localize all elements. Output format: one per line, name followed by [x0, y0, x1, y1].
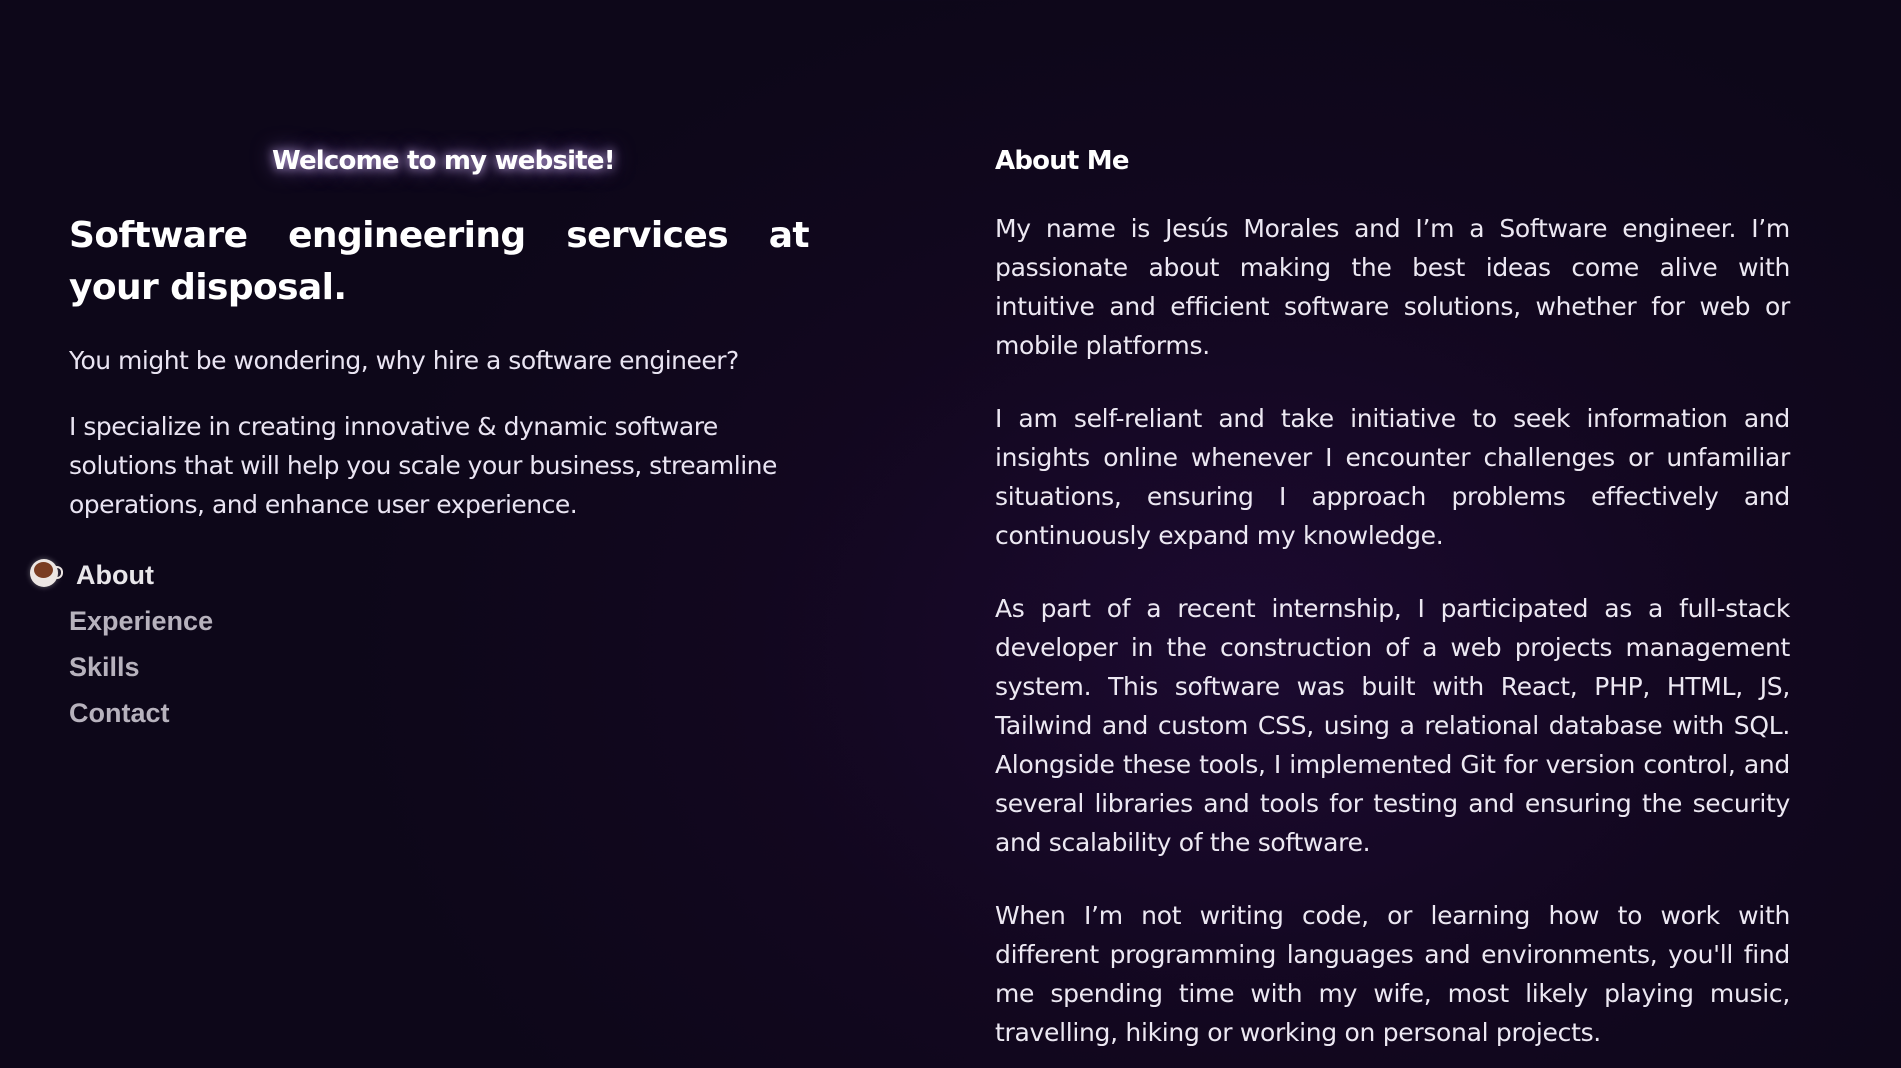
nav-item-skills[interactable]: Skills — [28, 644, 213, 690]
about-paragraph: My name is Jesús Morales and I’m a Softw… — [995, 214, 1790, 360]
nav-item-label: Contact — [69, 697, 170, 728]
about-body: My name is Jesús Morales and I’m a Softw… — [995, 209, 1790, 1068]
nav-item-label: Skills — [69, 651, 140, 682]
welcome-heading: Welcome to my website! — [272, 146, 616, 176]
section-nav: About Experience Skills Contact — [28, 552, 213, 736]
nav-item-about[interactable]: About — [28, 552, 213, 598]
about-paragraph: When I’m not writing code, or learning h… — [995, 901, 1790, 1047]
nav-item-contact[interactable]: Contact — [28, 690, 213, 736]
nav-item-experience[interactable]: Experience — [28, 598, 213, 644]
hero-headline: Software engineering services at your di… — [69, 215, 810, 308]
hero-question: You might be wondering, why hire a softw… — [69, 346, 739, 375]
about-paragraph: I am self-reliant and take initiative to… — [995, 404, 1790, 550]
nav-item-label: About — [76, 559, 154, 590]
about-paragraph: As part of a recent internship, I partic… — [995, 594, 1790, 857]
nav-item-label: Experience — [69, 605, 214, 636]
about-title: About Me — [995, 146, 1130, 176]
coffee-cup-icon — [30, 559, 63, 587]
hero-intro: I specialize in creating innovative & dy… — [69, 412, 777, 519]
